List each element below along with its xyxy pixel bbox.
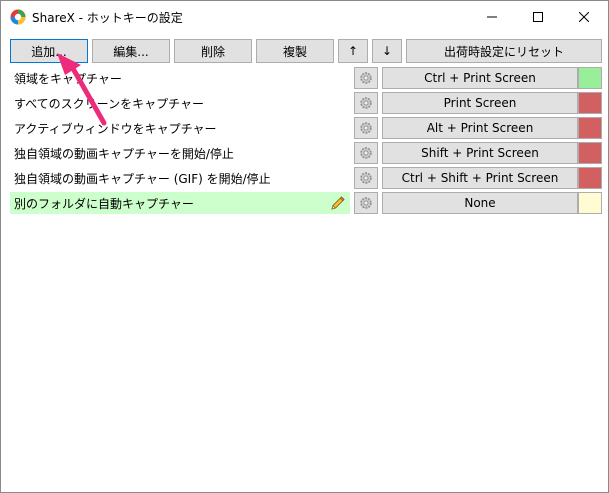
add-button[interactable]: 追加... [10, 39, 88, 63]
pencil-edit-icon[interactable] [330, 195, 346, 211]
task-settings-button[interactable] [354, 142, 378, 164]
hotkey-task-label: 独自領域の動画キャプチャー (GIF) を開始/停止 [14, 171, 271, 186]
task-settings-button[interactable] [354, 117, 378, 139]
hotkey-task-label: すべてのスクリーンをキャプチャー [14, 96, 204, 111]
gear-icon [360, 72, 372, 84]
move-up-button[interactable]: ↑ [338, 39, 368, 63]
hotkey-row: 領域をキャプチャー Ctrl + Print Screen [10, 67, 602, 89]
task-settings-button[interactable] [354, 192, 378, 214]
edit-button[interactable]: 編集... [92, 39, 170, 63]
hotkey-button[interactable]: None [382, 192, 578, 214]
title-bar: ShareX - ホットキーの設定 [1, 1, 608, 32]
hotkey-task-label[interactable]: 別のフォルダに自動キャプチャー [10, 192, 350, 214]
sharex-logo-icon [10, 9, 26, 25]
hotkey-status-indicator [578, 92, 602, 114]
hotkey-row: 独自領域の動画キャプチャー (GIF) を開始/停止 Ctrl + Shift … [10, 167, 602, 189]
hotkey-row: すべてのスクリーンをキャプチャー Print Screen [10, 92, 602, 114]
hotkey-status-indicator [578, 67, 602, 89]
maximize-button[interactable] [515, 1, 561, 32]
hotkey-button[interactable]: Alt + Print Screen [382, 117, 578, 139]
task-settings-button[interactable] [354, 167, 378, 189]
gear-icon [360, 172, 372, 184]
close-icon [579, 11, 589, 22]
reset-defaults-button[interactable]: 出荷時設定にリセット [406, 39, 602, 63]
gear-icon [360, 97, 372, 109]
task-settings-button[interactable] [354, 67, 378, 89]
minimize-button[interactable] [469, 1, 515, 32]
minimize-icon [487, 16, 497, 17]
hotkey-row-selected: 別のフォルダに自動キャプチャー None [10, 192, 602, 214]
gear-icon [360, 147, 372, 159]
close-button[interactable] [561, 1, 607, 32]
hotkey-button[interactable]: Ctrl + Print Screen [382, 67, 578, 89]
hotkey-button[interactable]: Ctrl + Shift + Print Screen [382, 167, 578, 189]
hotkey-button[interactable]: Shift + Print Screen [382, 142, 578, 164]
hotkey-status-indicator [578, 192, 602, 214]
hotkey-settings-window: ShareX - ホットキーの設定 追加... 編集... 削除 複製 ↑ ↓ … [0, 0, 609, 493]
gear-icon [360, 122, 372, 134]
move-down-button[interactable]: ↓ [372, 39, 402, 63]
hotkey-status-indicator [578, 142, 602, 164]
task-settings-button[interactable] [354, 92, 378, 114]
hotkey-row: アクティブウィンドウをキャプチャー Alt + Print Screen [10, 117, 602, 139]
hotkey-task-label: 領域をキャプチャー [14, 71, 122, 86]
hotkey-task-label: アクティブウィンドウをキャプチャー [14, 121, 217, 136]
duplicate-button[interactable]: 複製 [256, 39, 334, 63]
gear-icon [360, 197, 372, 209]
hotkey-task-label: 独自領域の動画キャプチャーを開始/停止 [14, 146, 234, 161]
maximize-icon [533, 11, 543, 22]
delete-button[interactable]: 削除 [174, 39, 252, 63]
window-title: ShareX - ホットキーの設定 [32, 11, 183, 25]
hotkey-row: 独自領域の動画キャプチャーを開始/停止 Shift + Print Screen [10, 142, 602, 164]
hotkey-status-indicator [578, 167, 602, 189]
hotkey-status-indicator [578, 117, 602, 139]
hotkey-button[interactable]: Print Screen [382, 92, 578, 114]
